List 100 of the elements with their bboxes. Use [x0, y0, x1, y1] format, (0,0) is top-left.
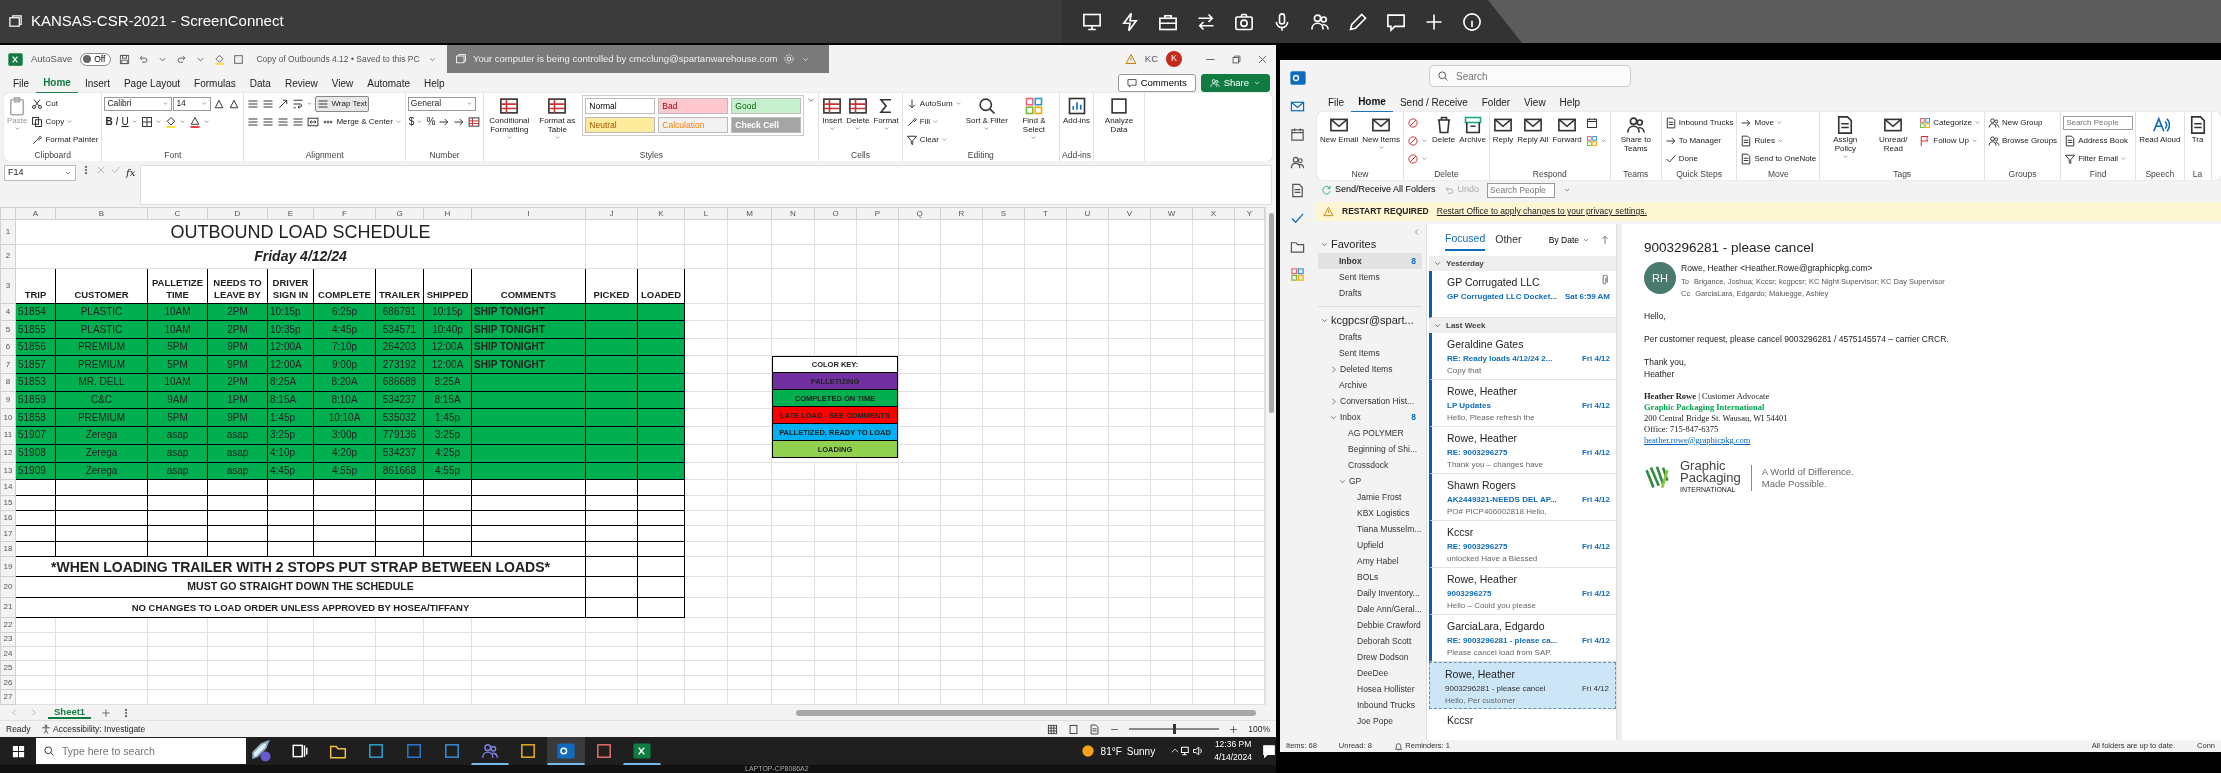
folder-item[interactable]: Deborah Scott	[1318, 633, 1422, 649]
group-header[interactable]: Yesterday	[1429, 256, 1616, 271]
ribbon-button[interactable]: Send to OneNote	[1739, 150, 1818, 167]
dropdown-field[interactable]: General	[407, 96, 476, 111]
bold-button[interactable]: B	[104, 113, 114, 130]
cell-style[interactable]: Neutral	[585, 117, 656, 133]
menu-tab[interactable]: Page Layout	[116, 73, 188, 93]
message-item[interactable]: Rowe, Heather RE: 9003296275 Fri 4/12 Thank you – changes have	[1429, 427, 1616, 474]
caret-icon[interactable]	[1320, 240, 1329, 249]
ribbon-button[interactable]: Format as Table	[534, 95, 581, 142]
menu-tab[interactable]: Formulas	[187, 73, 243, 93]
user-avatar[interactable]: K	[1166, 51, 1182, 67]
folder-item[interactable]: Upfield	[1318, 537, 1422, 553]
ribbon-button[interactable]: Reply	[1491, 114, 1515, 145]
email-link[interactable]: heather.rowe@graphicpkg.com	[1644, 434, 1751, 445]
nav-button[interactable]	[1290, 183, 1305, 198]
folder-item[interactable]: Tiana Musselm...	[1318, 521, 1422, 537]
column-header[interactable]: A	[15, 207, 56, 220]
ribbon-button[interactable]: Archive	[1458, 114, 1487, 145]
menu-tab[interactable]: File	[1321, 92, 1352, 112]
ribbon-button[interactable]: Share to Teams	[1612, 114, 1659, 154]
inbox-tab[interactable]: Other	[1495, 230, 1522, 250]
column-header[interactable]: S	[982, 207, 1025, 220]
plus-icon[interactable]	[1229, 724, 1239, 734]
dropdown-field[interactable]: Calibri	[104, 96, 173, 111]
toolbar-button[interactable]	[1462, 11, 1482, 32]
column-header[interactable]: E	[267, 207, 314, 220]
folder-item[interactable]: Jamie Frost	[1318, 489, 1422, 505]
search-field[interactable]: Search	[1429, 65, 1631, 87]
menu-tab[interactable]: View	[1517, 92, 1553, 112]
toolbar-button[interactable]	[1310, 11, 1330, 32]
close-icon[interactable]	[1257, 53, 1268, 65]
scrollbar-thumb[interactable]	[1268, 213, 1274, 413]
folder-item[interactable]: BOLs	[1318, 569, 1422, 585]
folder-item[interactable]: Inbox 8	[1318, 409, 1422, 425]
up-arrow-icon[interactable]	[1600, 235, 1610, 245]
ribbon-button[interactable]: Read Aloud	[2138, 114, 2182, 145]
folder-item[interactable]: Drafts	[1318, 285, 1422, 301]
scrollbar-thumb[interactable]	[796, 709, 1256, 716]
page-icon[interactable]	[1089, 723, 1101, 735]
group-header[interactable]: Last Week	[1429, 318, 1616, 333]
folder-item[interactable]: GP	[1318, 473, 1422, 489]
taskbar-search-field[interactable]: Type here to search	[36, 738, 246, 764]
ribbon-button[interactable]: New Items	[1361, 114, 1402, 152]
sort-button[interactable]: By Date	[1548, 233, 1590, 247]
column-header[interactable]: X	[1192, 207, 1235, 220]
number-format-button[interactable]: $	[407, 113, 425, 130]
row-header[interactable]: 3	[0, 268, 16, 304]
column-header[interactable]: Y	[1234, 207, 1265, 220]
message-item[interactable]: Rowe, Heather 9003296275 Fri 4/12 Hello – Could you please	[1429, 568, 1616, 615]
folder-item[interactable]: Conversation Hist...	[1318, 393, 1422, 409]
column-header[interactable]: M	[727, 207, 772, 220]
folder-item[interactable]: Drafts	[1318, 329, 1422, 345]
folder-item[interactable]: Drew Dodson	[1318, 649, 1422, 665]
underline-button[interactable]: U	[120, 113, 139, 130]
menu-tab[interactable]: Help	[1552, 92, 1588, 112]
folder-item[interactable]: Beginning of Shi...	[1318, 441, 1422, 457]
caret-icon[interactable]	[1320, 316, 1329, 325]
ribbon-button[interactable]: Rules	[1739, 132, 1785, 149]
column-header[interactable]: F	[313, 207, 376, 220]
grid-icon[interactable]	[1047, 723, 1059, 735]
ribbon-button[interactable]: Fill	[904, 113, 940, 130]
bucket-icon[interactable]	[214, 53, 226, 65]
nav-button[interactable]	[1290, 239, 1305, 254]
ribbon-button[interactable]: Categorize	[1918, 114, 1982, 131]
caret-icon[interactable]	[1563, 186, 1572, 194]
column-header[interactable]: K	[637, 207, 685, 220]
nav-button[interactable]	[1290, 211, 1305, 226]
ribbon-button[interactable]: Forward	[1551, 114, 1583, 145]
message-item[interactable]: Shawn Rogers AK2449321-NEEDS DEL AP... Fri 4/12 PO# PICP406002818 Hello,	[1429, 474, 1616, 521]
nav-button[interactable]	[1290, 155, 1305, 170]
ribbon-button[interactable]: Insert	[821, 95, 844, 133]
clock-date[interactable]: 4/14/2024	[1214, 751, 1252, 764]
formula-field[interactable]	[140, 165, 1272, 205]
toolbar-button[interactable]	[1348, 11, 1368, 32]
italic-button[interactable]: I	[114, 113, 120, 130]
slider-thumb[interactable]	[1173, 724, 1177, 734]
taskbar-app[interactable]	[546, 737, 585, 765]
ribbon-button[interactable]: Cut	[30, 95, 59, 112]
folder-item[interactable]: Hosea Hollister	[1318, 681, 1422, 697]
column-header[interactable]: G	[375, 207, 424, 220]
toolbar-button[interactable]	[1196, 11, 1216, 32]
comments-button[interactable]: Comments	[1117, 73, 1196, 93]
column-header[interactable]: Q	[898, 207, 941, 220]
column-header[interactable]: W	[1150, 207, 1193, 220]
toolbar-button[interactable]	[1120, 11, 1140, 32]
square-icon[interactable]	[233, 53, 245, 65]
folder-item[interactable]: Joe Pope	[1318, 713, 1422, 729]
column-header[interactable]: C	[147, 207, 208, 220]
menu-tab[interactable]: Help	[417, 73, 452, 93]
folder-item[interactable]: Sent Items	[1318, 269, 1422, 285]
name-box[interactable]: F14	[4, 165, 76, 181]
folder-item[interactable]: DeeDee	[1318, 665, 1422, 681]
ribbon-button[interactable]: Inbound Trucks	[1663, 114, 1735, 131]
folder-item[interactable]: AG POLYMER	[1318, 425, 1422, 441]
ribbon-button[interactable]: Sort & Filter	[964, 95, 1009, 133]
cell-style[interactable]: Normal	[585, 98, 656, 114]
cell-style[interactable]: Good	[731, 98, 802, 114]
folder-item[interactable]: Archive	[1318, 377, 1422, 393]
notice-link[interactable]: Restart Office to apply changes to your privacy settings.	[1436, 205, 1647, 218]
